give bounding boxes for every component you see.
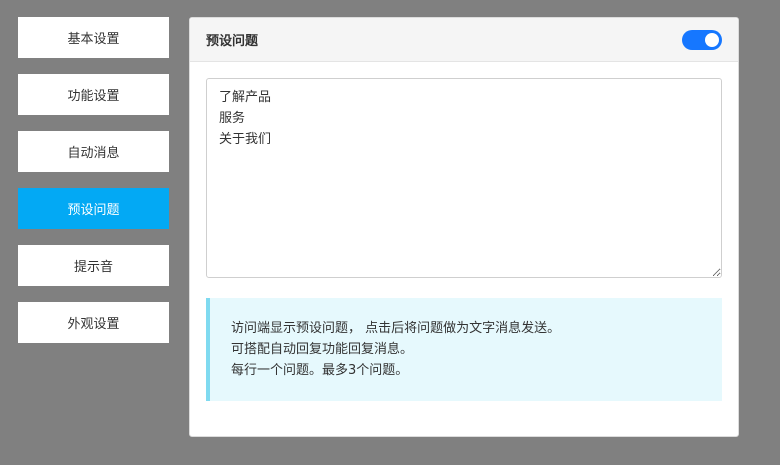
panel-header: 预设问题 <box>190 18 738 62</box>
sidebar-item-feature-settings[interactable]: 功能设置 <box>18 74 169 115</box>
info-box: 访问端显示预设问题， 点击后将问题做为文字消息发送。 可搭配自动回复功能回复消息… <box>206 298 722 401</box>
sidebar-item-label: 预设问题 <box>67 203 120 218</box>
sidebar-item-label: 自动消息 <box>67 146 120 161</box>
sidebar-item-appearance-settings[interactable]: 外观设置 <box>18 302 169 343</box>
sidebar-item-label: 基本设置 <box>67 32 120 47</box>
info-line: 访问端显示预设问题， 点击后将问题做为文字消息发送。 <box>231 321 561 336</box>
panel-body: 访问端显示预设问题， 点击后将问题做为文字消息发送。 可搭配自动回复功能回复消息… <box>190 62 738 401</box>
sidebar-item-label: 外观设置 <box>67 317 120 332</box>
preset-questions-panel: 预设问题 访问端显示预设问题， 点击后将问题做为文字消息发送。 可搭配自动回复功… <box>189 17 739 437</box>
sidebar-item-label: 功能设置 <box>67 89 120 104</box>
toggle-knob <box>705 32 719 47</box>
sidebar-item-preset-questions[interactable]: 预设问题 <box>18 188 169 229</box>
info-line: 每行一个问题。最多3个问题。 <box>231 363 409 378</box>
sidebar-item-notification-sound[interactable]: 提示音 <box>18 245 169 286</box>
questions-textarea[interactable] <box>206 78 722 278</box>
sidebar-item-label: 提示音 <box>73 260 113 275</box>
sidebar-item-auto-messages[interactable]: 自动消息 <box>18 131 169 172</box>
settings-sidebar: 基本设置 功能设置 自动消息 预设问题 提示音 外观设置 <box>18 17 169 359</box>
sidebar-item-basic-settings[interactable]: 基本设置 <box>18 17 169 58</box>
enable-toggle[interactable] <box>682 29 722 50</box>
panel-title: 预设问题 <box>206 34 259 49</box>
info-line: 可搭配自动回复功能回复消息。 <box>231 342 414 357</box>
